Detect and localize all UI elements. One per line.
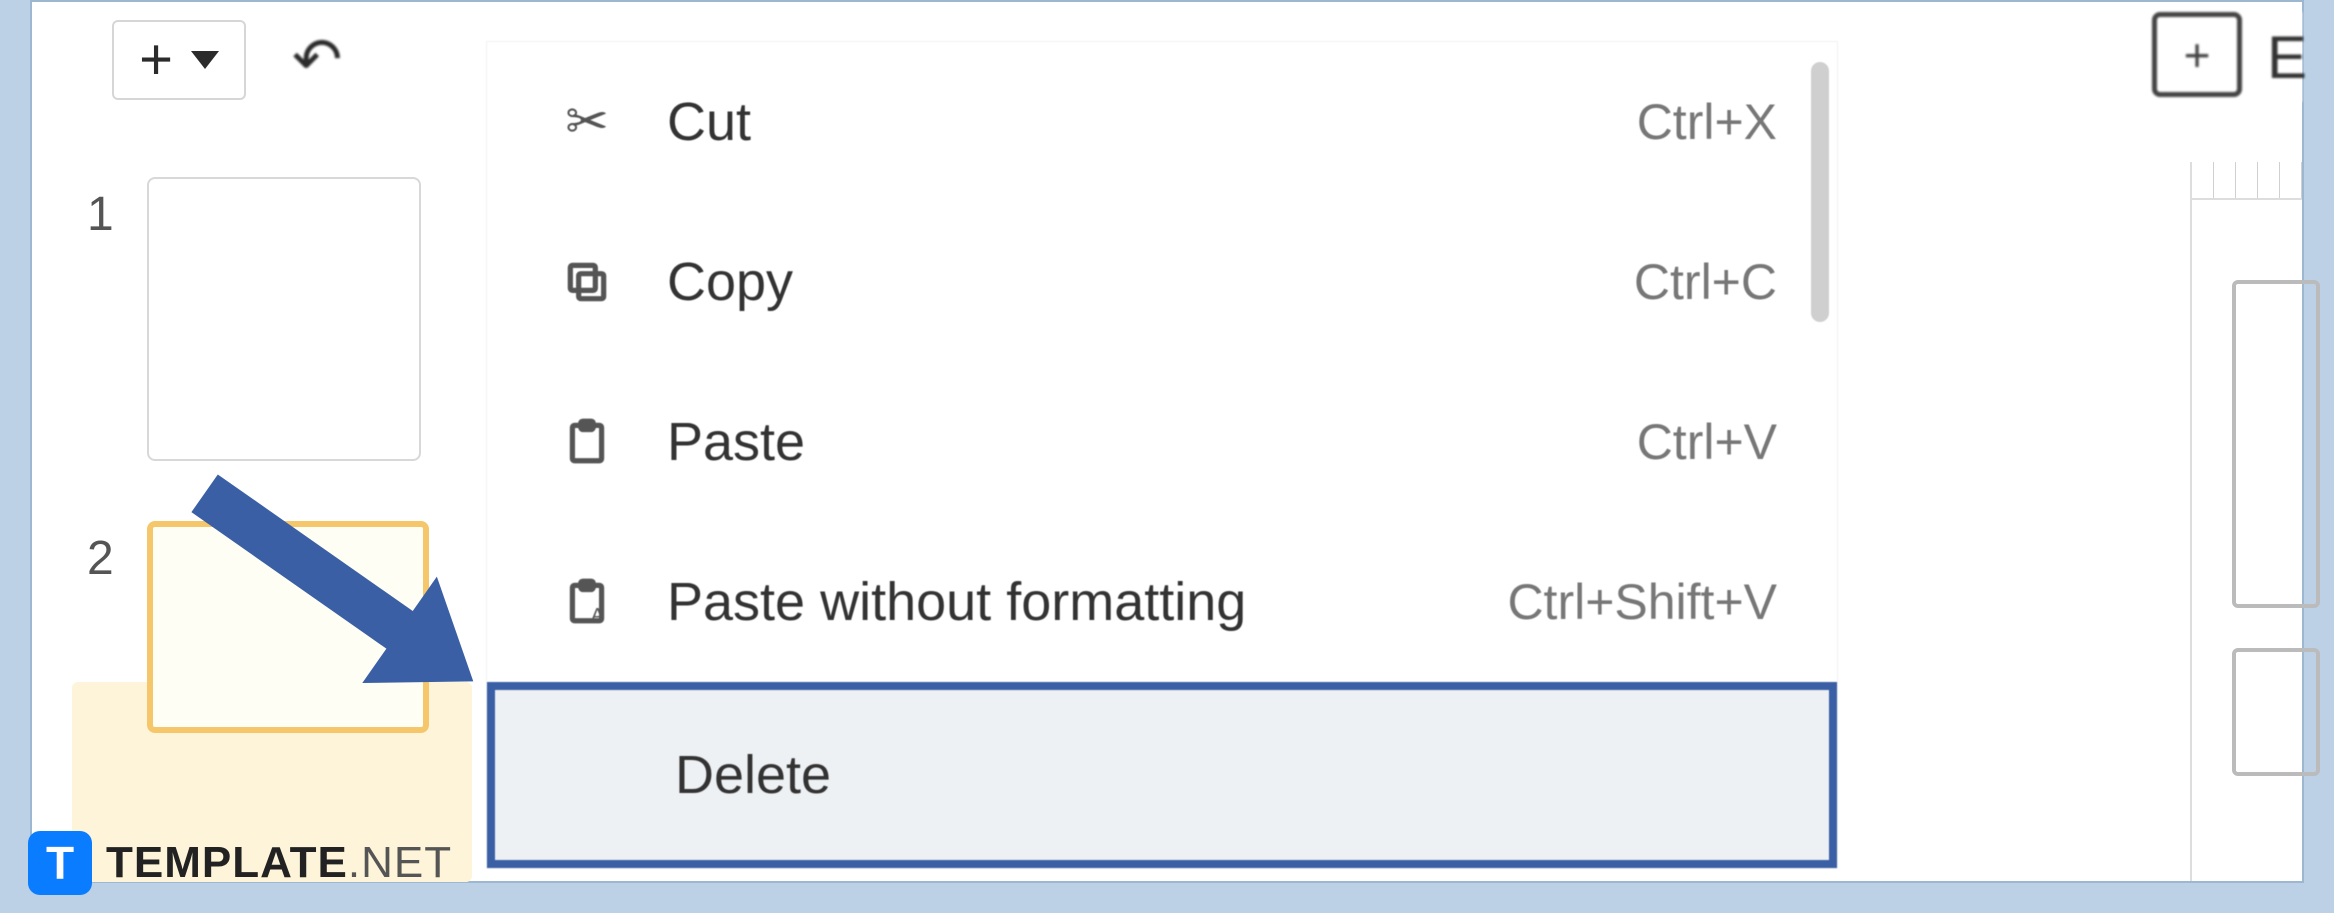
panel-box	[2232, 648, 2320, 776]
plus-icon: +	[139, 31, 173, 89]
undo-icon[interactable]: ↶	[292, 25, 342, 95]
menu-label: Copy	[627, 251, 1634, 313]
watermark: T TEMPLATE.NET	[28, 831, 452, 895]
slide-number: 2	[87, 521, 147, 586]
menu-item-paste[interactable]: Paste Ctrl+V	[487, 362, 1837, 522]
watermark-brand: TEMPLATE	[106, 838, 348, 887]
watermark-text: TEMPLATE.NET	[106, 838, 452, 888]
scissors-icon: ✂	[547, 92, 627, 152]
menu-item-delete[interactable]: Delete	[487, 682, 1837, 868]
menu-shortcut: Ctrl+X	[1637, 93, 1777, 151]
menu-scrollbar[interactable]	[1811, 62, 1829, 322]
watermark-badge: T	[28, 831, 92, 895]
watermark-suffix: .NET	[348, 838, 452, 887]
menu-shortcut: Ctrl+Shift+V	[1507, 573, 1777, 631]
app-frame: + ↶ + E 1 2 ✂ Cut Ctrl+X Copy Ctrl+C	[30, 0, 2304, 883]
menu-label: Paste without formatting	[627, 571, 1507, 633]
ruler	[2192, 162, 2302, 200]
menu-label: Paste	[627, 411, 1637, 473]
slide-thumbnails: 1 2	[87, 177, 429, 793]
context-menu: ✂ Cut Ctrl+X Copy Ctrl+C Paste Ctrl+V A …	[487, 42, 1837, 868]
slide-thumb-1[interactable]: 1	[87, 177, 429, 461]
menu-label: Cut	[627, 91, 1637, 153]
slide-preview[interactable]	[147, 177, 421, 461]
right-panel	[2190, 162, 2302, 881]
menu-item-paste-without-formatting[interactable]: A Paste without formatting Ctrl+Shift+V	[487, 522, 1837, 682]
new-slide-button[interactable]: +	[112, 20, 246, 100]
toolbar: + ↶	[112, 20, 342, 100]
clipboard-icon	[547, 414, 627, 470]
menu-label: Delete	[555, 744, 1769, 806]
copy-icon	[547, 257, 627, 307]
right-panel-fragment: E	[2272, 12, 2302, 102]
clipboard-plain-icon: A	[547, 574, 627, 630]
slide-number: 1	[87, 177, 147, 242]
menu-shortcut: Ctrl+C	[1634, 253, 1777, 311]
panel-box	[2232, 280, 2320, 608]
chevron-down-icon	[191, 51, 219, 69]
menu-item-copy[interactable]: Copy Ctrl+C	[487, 202, 1837, 362]
menu-item-cut[interactable]: ✂ Cut Ctrl+X	[487, 42, 1837, 202]
menu-shortcut: Ctrl+V	[1637, 413, 1777, 471]
add-comment-icon[interactable]: +	[2152, 12, 2242, 97]
svg-text:A: A	[591, 604, 604, 625]
